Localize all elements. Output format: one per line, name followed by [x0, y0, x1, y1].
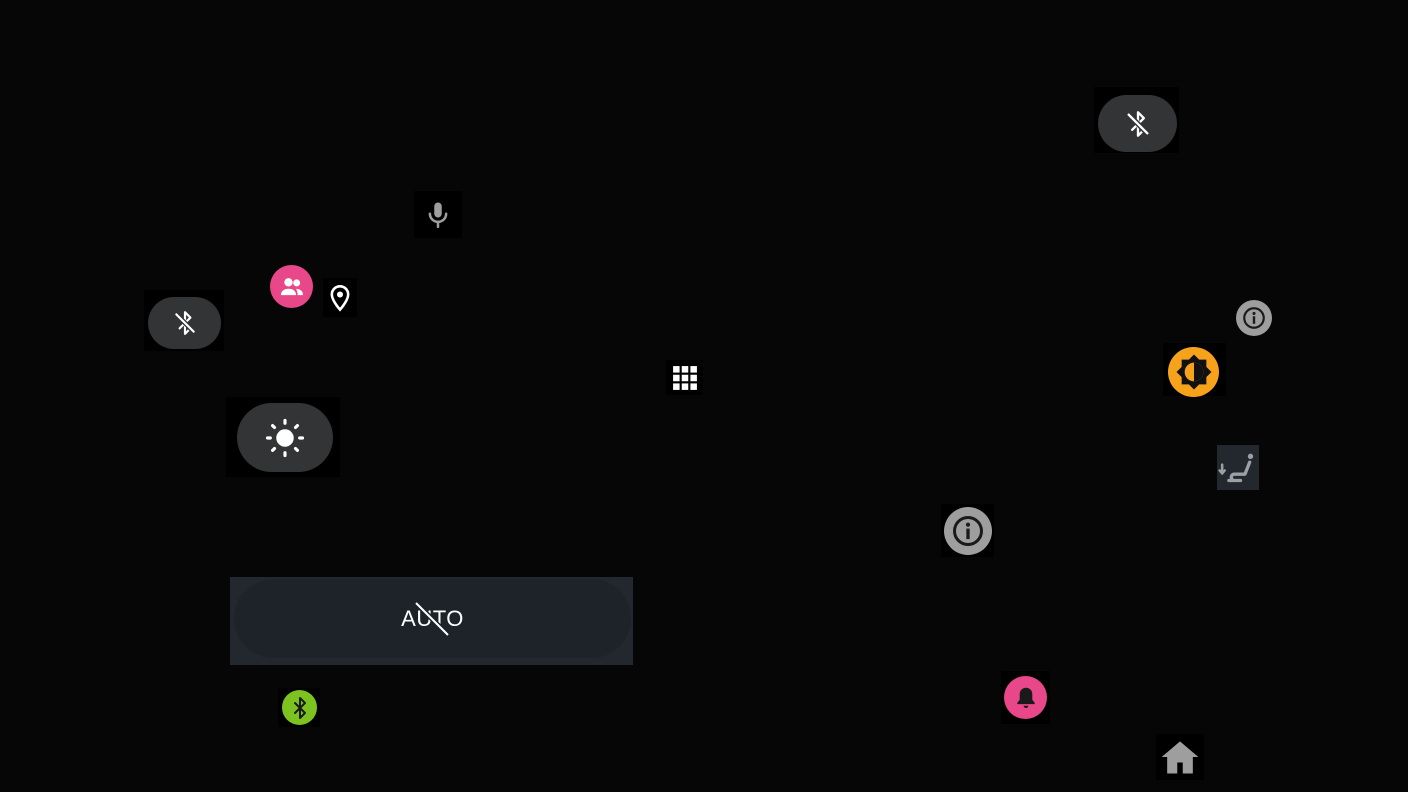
app-grid-button[interactable] — [666, 360, 703, 395]
auto-brightness-panel: AUTO — [230, 577, 633, 665]
bluetooth-icon — [288, 696, 312, 720]
notifications-button[interactable] — [1004, 676, 1047, 719]
account-button[interactable] — [270, 265, 313, 308]
auto-disabled-slash-icon — [414, 601, 450, 637]
bluetooth-connected-tile — [278, 688, 320, 727]
home-icon — [1156, 734, 1204, 780]
app-grid-icon — [666, 360, 703, 395]
seat-recline-icon — [1217, 445, 1259, 490]
microphone-button[interactable] — [414, 191, 462, 238]
bluetooth-toggle-tile — [1094, 87, 1179, 153]
auto-brightness-button[interactable]: AUTO — [234, 579, 631, 658]
location-pin-icon — [323, 278, 357, 317]
bluetooth-toggle-button-left[interactable] — [148, 297, 221, 349]
people-icon — [278, 273, 306, 301]
notifications-tile — [1001, 671, 1050, 724]
brightness-button[interactable] — [237, 403, 333, 472]
bell-icon — [1012, 684, 1040, 712]
display-mode-button[interactable] — [1168, 347, 1219, 397]
bluetooth-disabled-icon — [172, 310, 198, 336]
info-tile — [941, 504, 994, 557]
bluetooth-connected-button[interactable] — [282, 690, 317, 725]
display-mode-tile — [1163, 343, 1226, 397]
bluetooth-disabled-icon — [1124, 110, 1152, 138]
info-button-large[interactable] — [944, 507, 992, 555]
microphone-icon — [414, 191, 462, 238]
bluetooth-toggle-button[interactable] — [1098, 95, 1177, 152]
info-icon — [950, 513, 986, 549]
brightness-icon — [264, 417, 306, 459]
contrast-icon — [1174, 352, 1214, 392]
seat-recline-button[interactable] — [1217, 445, 1259, 490]
brightness-tile — [226, 397, 340, 477]
info-button-small[interactable] — [1236, 300, 1272, 336]
home-button[interactable] — [1156, 734, 1204, 780]
bluetooth-toggle-tile-left — [144, 290, 224, 351]
quick-controls-screen: AUTO — [0, 0, 1408, 792]
location-button[interactable] — [323, 278, 357, 317]
info-icon — [1241, 305, 1267, 331]
